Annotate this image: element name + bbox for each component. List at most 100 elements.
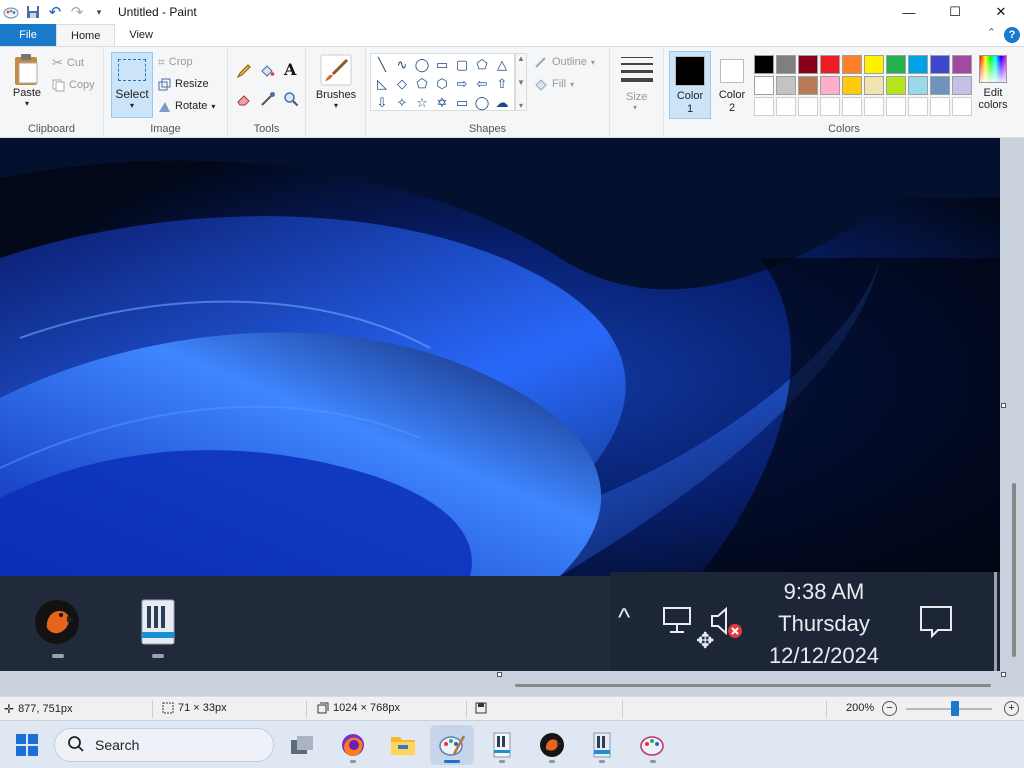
color-picker-icon[interactable]	[260, 91, 276, 107]
palette-swatch[interactable]	[952, 55, 972, 74]
paste-button[interactable]: Paste ▾	[8, 53, 46, 108]
palette-swatch[interactable]	[842, 76, 862, 95]
close-button[interactable]: ✕	[978, 0, 1024, 24]
palette-swatch[interactable]	[776, 55, 796, 74]
palette-swatch[interactable]	[820, 55, 840, 74]
start-button[interactable]	[16, 734, 38, 756]
palette-swatch[interactable]	[820, 76, 840, 95]
vertical-scrollbar[interactable]	[1012, 483, 1016, 657]
fill-button[interactable]: Fill ▾	[534, 74, 574, 94]
left-arrow-shape-icon[interactable]: ⇦	[472, 74, 492, 93]
cloud-callout-shape-icon[interactable]: ☁	[492, 93, 512, 112]
rounded-rectangle-shape-icon[interactable]: ▢	[452, 55, 472, 74]
curve-shape-icon[interactable]: ∿	[392, 55, 412, 74]
color1-button[interactable]: Color 1	[669, 51, 711, 119]
shapes-scroll-up-icon[interactable]: ▲	[517, 54, 525, 63]
canvas-resize-handle-bottom[interactable]	[497, 672, 502, 677]
redo-icon[interactable]: ↷	[66, 1, 88, 23]
save-icon[interactable]	[22, 1, 44, 23]
paste-dropdown-icon[interactable]: ▾	[25, 99, 29, 108]
palette-swatch[interactable]	[864, 55, 884, 74]
oval-shape-icon[interactable]: ◯	[412, 55, 432, 74]
crop-button[interactable]: ⌗ Crop	[158, 52, 193, 72]
palette-swatch[interactable]	[754, 76, 774, 95]
palette-swatch[interactable]	[842, 55, 862, 74]
taskbar-paint-2[interactable]	[631, 725, 675, 765]
down-arrow-shape-icon[interactable]: ⇩	[372, 93, 392, 112]
triangle-shape-icon[interactable]: △	[492, 55, 512, 74]
palette-custom-slot[interactable]	[908, 97, 928, 116]
taskbar-server-app[interactable]	[580, 725, 624, 765]
zoom-in-button[interactable]: +	[1004, 701, 1019, 716]
taskbar-firefox[interactable]	[331, 725, 375, 765]
right-triangle-shape-icon[interactable]: ◺	[372, 74, 392, 93]
size-dropdown-icon[interactable]: ▾	[633, 103, 637, 112]
zoom-slider-track[interactable]	[906, 708, 992, 710]
up-arrow-shape-icon[interactable]: ⇧	[492, 74, 512, 93]
size-button[interactable]	[621, 57, 653, 87]
palette-custom-slot[interactable]	[930, 97, 950, 116]
line-shape-icon[interactable]: ╲	[372, 55, 392, 74]
palette-swatch[interactable]	[886, 55, 906, 74]
taskbar-bird-app[interactable]	[530, 725, 574, 765]
help-icon[interactable]: ?	[1004, 27, 1020, 43]
cut-button[interactable]: ✂ Cut	[52, 53, 84, 73]
magnifier-icon[interactable]	[283, 91, 299, 107]
palette-custom-slot[interactable]	[798, 97, 818, 116]
rectangle-shape-icon[interactable]: ▭	[432, 55, 452, 74]
taskbar-paint[interactable]	[430, 725, 474, 765]
rounded-callout-shape-icon[interactable]: ▭	[452, 93, 472, 112]
palette-swatch[interactable]	[886, 76, 906, 95]
palette-swatch[interactable]	[776, 76, 796, 95]
canvas-resize-handle-right[interactable]	[1001, 403, 1006, 408]
copy-button[interactable]: Copy	[52, 75, 95, 95]
palette-swatch[interactable]	[798, 76, 818, 95]
palette-custom-slot[interactable]	[952, 97, 972, 116]
shapes-expand-icon[interactable]: ▾	[519, 101, 523, 110]
horizontal-scrollbar[interactable]	[515, 684, 991, 687]
brushes-dropdown-icon[interactable]: ▾	[334, 101, 338, 110]
undo-icon[interactable]: ↶	[44, 1, 66, 23]
pentagon-shape-icon[interactable]: ⬠	[412, 74, 432, 93]
rotate-dropdown-icon[interactable]: ▾	[211, 102, 215, 111]
outline-button[interactable]: Outline ▾	[534, 52, 595, 72]
canvas-resize-handle-corner[interactable]	[1001, 672, 1006, 677]
text-tool-icon[interactable]: A	[284, 60, 296, 79]
pencil-icon[interactable]	[236, 63, 252, 79]
taskbar-search[interactable]: Search	[54, 728, 274, 762]
five-point-star-shape-icon[interactable]: ☆	[412, 93, 432, 112]
shapes-scrollbar[interactable]: ▲ ▼ ▾	[515, 53, 527, 111]
tab-view[interactable]: View	[115, 24, 167, 46]
diamond-shape-icon[interactable]: ◇	[392, 74, 412, 93]
palette-swatch[interactable]	[908, 76, 928, 95]
palette-swatch[interactable]	[754, 55, 774, 74]
eraser-icon[interactable]	[236, 91, 252, 107]
polygon-shape-icon[interactable]: ⬠	[472, 55, 492, 74]
paint-app-icon[interactable]	[0, 1, 22, 23]
brushes-button[interactable]: Brushes ▾	[312, 53, 360, 110]
customize-quick-access-icon[interactable]: ▾	[88, 1, 110, 23]
select-dropdown-icon[interactable]: ▾	[130, 101, 134, 110]
zoom-out-button[interactable]: −	[882, 701, 897, 716]
taskbar-app-terminal[interactable]	[480, 725, 524, 765]
palette-custom-slot[interactable]	[864, 97, 884, 116]
palette-custom-slot[interactable]	[754, 97, 774, 116]
resize-button[interactable]: Resize	[158, 74, 209, 94]
palette-custom-slot[interactable]	[820, 97, 840, 116]
oval-callout-shape-icon[interactable]: ◯	[472, 93, 492, 112]
tab-home[interactable]: Home	[56, 24, 116, 46]
zoom-slider-thumb[interactable]	[951, 701, 959, 716]
drawing-canvas[interactable]: ^ ✥ 9:38 AM Thursday 12/12/2024	[0, 138, 1000, 671]
six-point-star-shape-icon[interactable]: ✡	[432, 93, 452, 112]
fill-bucket-icon[interactable]	[259, 63, 275, 79]
four-point-star-shape-icon[interactable]: ✧	[392, 93, 412, 112]
palette-custom-slot[interactable]	[886, 97, 906, 116]
palette-swatch[interactable]	[864, 76, 884, 95]
shapes-scroll-down-icon[interactable]: ▼	[517, 78, 525, 87]
hexagon-shape-icon[interactable]: ⬡	[432, 74, 452, 93]
tab-file[interactable]: File	[0, 24, 56, 46]
palette-swatch[interactable]	[798, 55, 818, 74]
color2-button[interactable]: Color 2	[713, 51, 751, 119]
right-arrow-shape-icon[interactable]: ⇨	[452, 74, 472, 93]
palette-swatch[interactable]	[952, 76, 972, 95]
